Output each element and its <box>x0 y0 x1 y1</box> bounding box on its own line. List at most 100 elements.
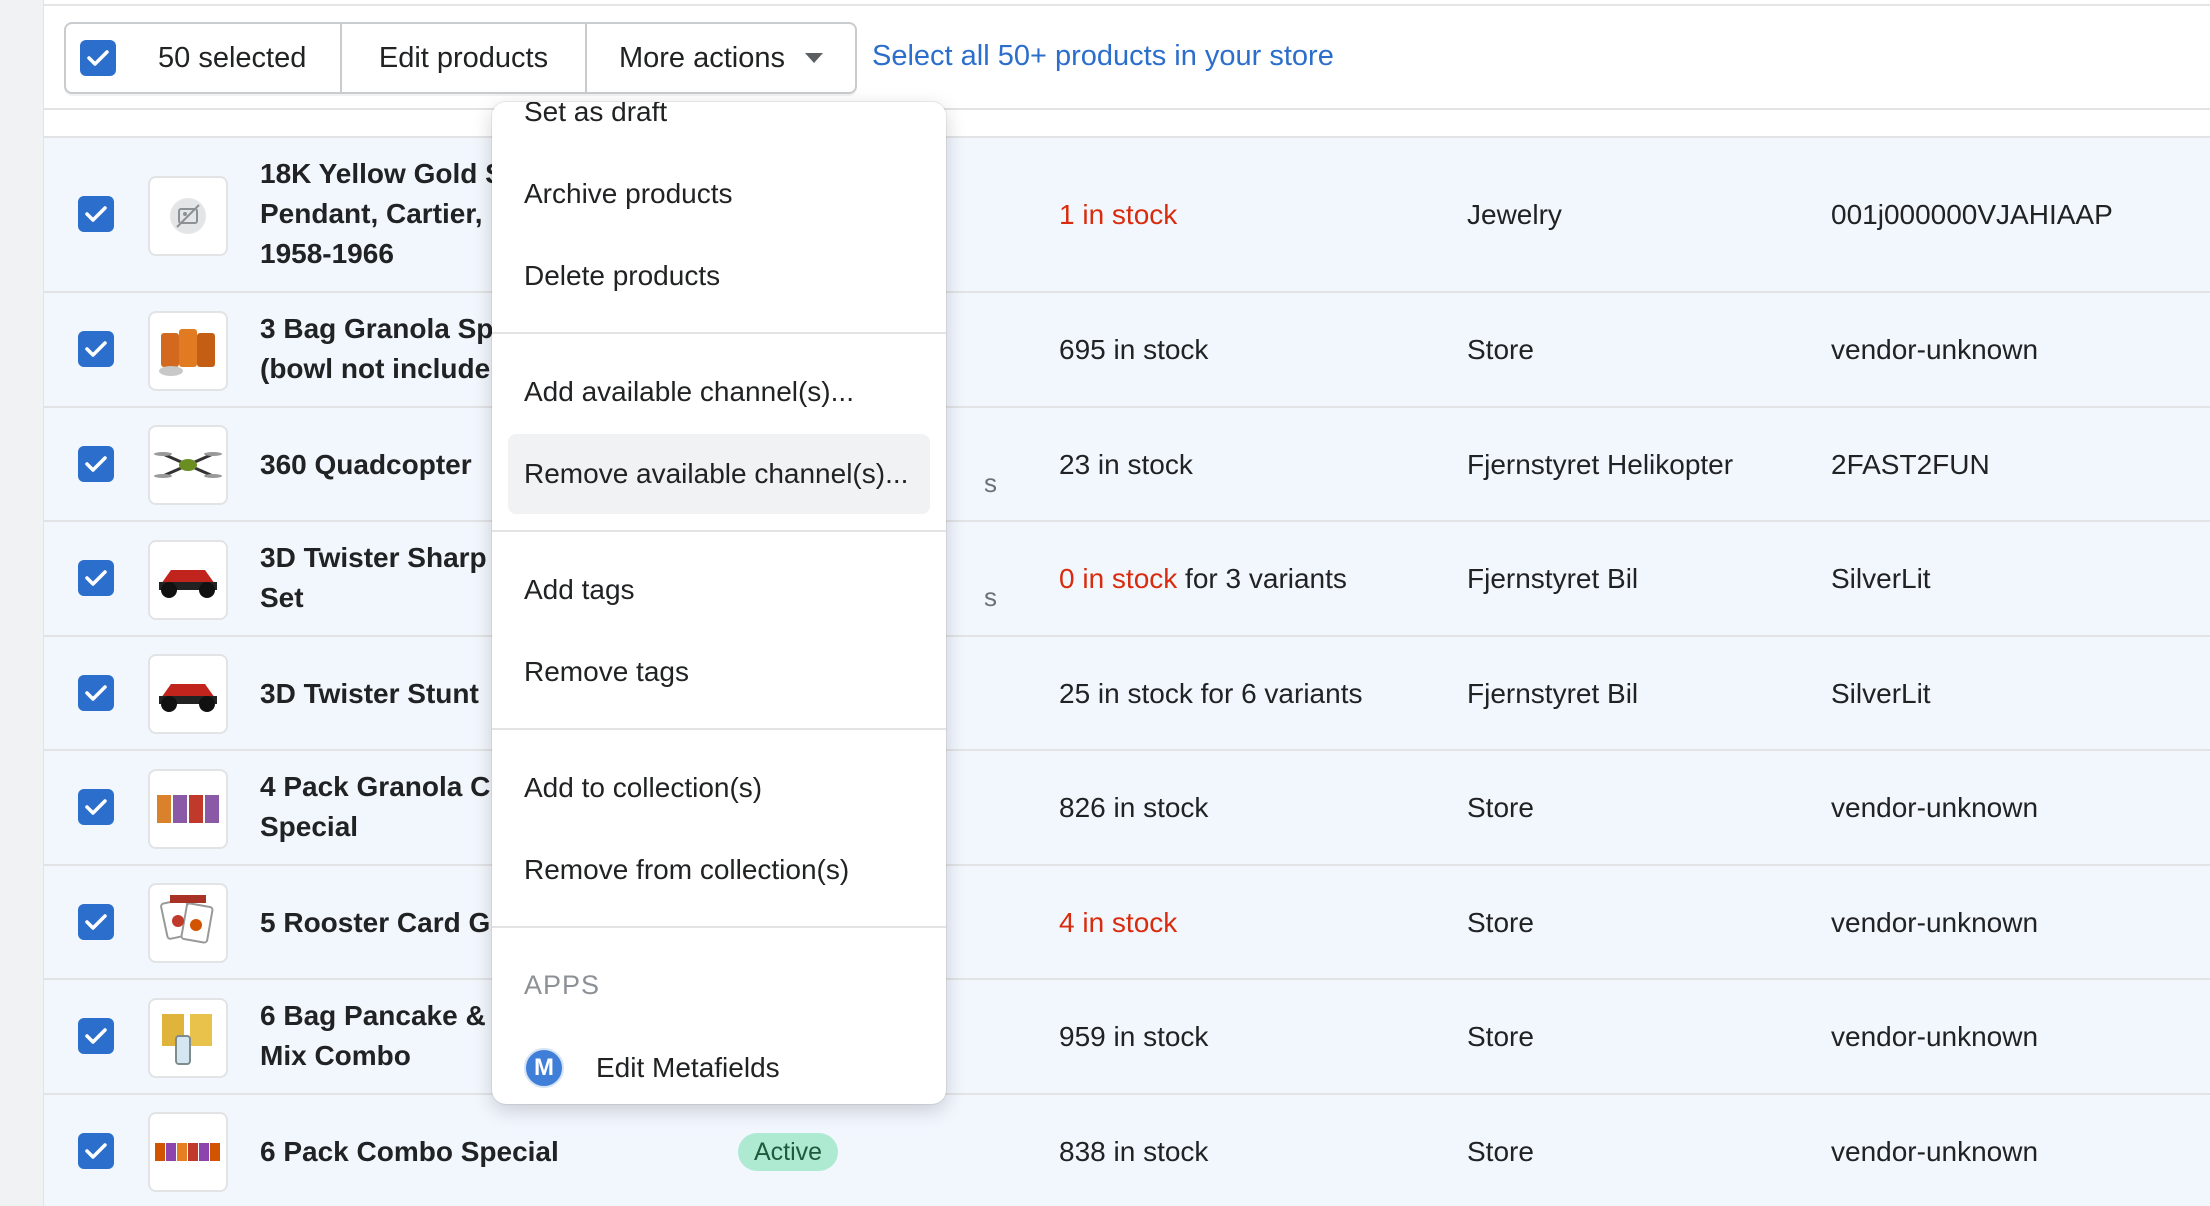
row-checkbox[interactable] <box>78 789 114 825</box>
vendor: vendor-unknown <box>1831 1021 2039 1052</box>
title-line: 6 Bag Pancake & <box>260 1000 486 1031</box>
title-line: 6 Pack Combo Special <box>260 1136 559 1167</box>
granola-bags-icon <box>148 311 228 391</box>
title-line: Set <box>260 582 304 613</box>
product-title[interactable]: 6 Bag Pancake & Mix Combo <box>260 996 520 1076</box>
product-type: Store <box>1467 1021 1534 1052</box>
product-title[interactable]: 18K Yellow Gold S Pendant, Cartier, 1958… <box>260 154 520 274</box>
menu-item-remove-tags[interactable]: Remove tags <box>508 632 930 712</box>
bulk-action-button-group: 50 selected Edit products More actions <box>64 22 857 94</box>
rooster-cards-icon <box>148 883 228 963</box>
product-title[interactable]: 360 Quadcopter <box>260 445 520 485</box>
row-checkbox[interactable] <box>78 1133 114 1169</box>
vendor: 001j000000VJAHIAAP <box>1831 199 2113 230</box>
edit-products-label: Edit products <box>378 41 549 74</box>
inventory-variants: for 3 variants <box>1177 563 1347 594</box>
table-row[interactable]: 18K Yellow Gold S Pendant, Cartier, 1958… <box>44 136 2210 291</box>
product-title[interactable]: 3D Twister Sharp Set <box>260 538 520 618</box>
inventory-text: 1 in stock <box>1059 199 1178 230</box>
row-checkbox[interactable] <box>78 904 114 940</box>
title-line: 18K Yellow Gold S <box>260 158 504 189</box>
vendor: vendor-unknown <box>1831 792 2039 823</box>
table-row[interactable]: 6 Bag Pancake & Mix Combo 959 in stock S… <box>44 978 2210 1093</box>
title-line: 4 Pack Granola C <box>260 771 491 802</box>
product-type: Store <box>1467 792 1534 823</box>
title-line: 1958-1966 <box>260 238 394 269</box>
more-actions-button[interactable]: More actions <box>587 24 855 92</box>
table-row[interactable]: 6 Pack Combo Special Active 838 in stock… <box>44 1093 2210 1206</box>
table-top-border <box>44 4 2210 6</box>
inventory-text: 959 in stock <box>1059 1021 1209 1052</box>
placeholder-image-icon <box>148 176 228 256</box>
menu-divider <box>492 530 946 532</box>
combo-pack-icon <box>148 1112 228 1192</box>
apps-section-header: APPS <box>524 970 601 1000</box>
vendor: SilverLit <box>1831 678 1931 709</box>
table-row[interactable]: 3D Twister Sharp Set 0 in stock for 3 va… <box>44 520 2210 635</box>
row-checkbox[interactable] <box>78 1018 114 1054</box>
menu-item-add-tags[interactable]: Add tags <box>508 550 930 630</box>
inventory-text: 695 in stock <box>1059 334 1209 365</box>
pancake-mix-icon <box>148 998 228 1078</box>
product-title[interactable]: 4 Pack Granola C Special <box>260 767 520 847</box>
menu-divider <box>492 926 946 928</box>
more-actions-menu: Set as draft Archive products Delete pro… <box>492 102 946 1104</box>
table-row[interactable]: 3 Bag Granola Sp (bowl not include 695 i… <box>44 291 2210 406</box>
title-line: Special <box>260 811 359 842</box>
row-checkbox[interactable] <box>78 331 114 367</box>
rc-car-icon <box>148 540 228 620</box>
title-line: 360 Quadcopter <box>260 449 472 480</box>
row-checkbox[interactable] <box>78 196 114 232</box>
quadcopter-icon <box>148 425 228 505</box>
menu-divider <box>492 332 946 334</box>
title-line: Pendant, Cartier, <box>260 198 483 229</box>
product-type: Jewelry <box>1467 199 1562 230</box>
table-row[interactable]: 5 Rooster Card G 4 in stock Store vendor… <box>44 864 2210 978</box>
product-title[interactable]: 5 Rooster Card G <box>260 903 520 943</box>
table-row[interactable]: 3D Twister Stunt 25 in stock for 6 varia… <box>44 635 2210 749</box>
product-title[interactable]: 6 Pack Combo Special <box>260 1132 780 1172</box>
inventory-text: 25 in stock for 6 variants <box>1059 678 1363 709</box>
select-all-products-link[interactable]: Select all 50+ products in your store <box>872 40 1334 73</box>
table-row[interactable]: 4 Pack Granola C Special 826 in stock St… <box>44 749 2210 864</box>
menu-item-set-as-draft[interactable]: Set as draft <box>508 102 930 152</box>
menu-item-archive-products[interactable]: Archive products <box>508 154 930 234</box>
hidden-column-edge: s <box>984 582 997 612</box>
selected-count-button[interactable]: 50 selected <box>66 24 342 92</box>
menu-item-edit-metafields[interactable]: M Edit Metafields <box>508 1028 930 1104</box>
vendor: vendor-unknown <box>1831 334 2039 365</box>
title-line: 5 Rooster Card G <box>260 907 491 938</box>
product-type: Store <box>1467 1136 1534 1167</box>
product-type: Store <box>1467 907 1534 938</box>
title-line: (bowl not include <box>260 353 491 384</box>
product-title[interactable]: 3D Twister Stunt <box>260 674 520 714</box>
product-type: Fjernstyret Helikopter <box>1467 449 1734 480</box>
product-type: Store <box>1467 334 1534 365</box>
table-row[interactable]: 360 Quadcopter 23 in stock Fjernstyret H… <box>44 406 2210 520</box>
status-badge: Active <box>738 1133 839 1171</box>
more-actions-label: More actions <box>618 41 785 74</box>
vendor: vendor-unknown <box>1831 907 2039 938</box>
menu-item-add-channels[interactable]: Add available channel(s)... <box>508 352 930 432</box>
row-checkbox[interactable] <box>78 560 114 596</box>
menu-item-delete-products[interactable]: Delete products <box>508 236 930 316</box>
menu-divider <box>492 728 946 730</box>
menu-item-remove-from-collections[interactable]: Remove from collection(s) <box>508 830 930 910</box>
menu-item-remove-channels[interactable]: Remove available channel(s)... <box>508 434 930 514</box>
edit-products-button[interactable]: Edit products <box>342 24 587 92</box>
products-page: 18K Yellow Gold S Pendant, Cartier, 1958… <box>0 0 2210 1206</box>
product-title[interactable]: 3 Bag Granola Sp (bowl not include <box>260 309 520 389</box>
metafields-app-icon: M <box>524 1048 564 1088</box>
inventory-cell: 0 in stock for 3 variants <box>1059 559 1347 599</box>
menu-item-add-to-collections[interactable]: Add to collection(s) <box>508 748 930 828</box>
row-checkbox[interactable] <box>78 446 114 482</box>
products-table: 18K Yellow Gold S Pendant, Cartier, 1958… <box>44 0 2210 1206</box>
product-type: Fjernstyret Bil <box>1467 678 1639 709</box>
row-checkbox[interactable] <box>78 675 114 711</box>
vendor: 2FAST2FUN <box>1831 449 1990 480</box>
selected-count-label: 50 selected <box>158 41 307 74</box>
caret-down-icon <box>805 53 823 63</box>
title-line: 3D Twister Sharp <box>260 542 487 573</box>
title-line: 3D Twister Stunt <box>260 678 479 709</box>
select-all-checkbox[interactable] <box>80 40 116 76</box>
